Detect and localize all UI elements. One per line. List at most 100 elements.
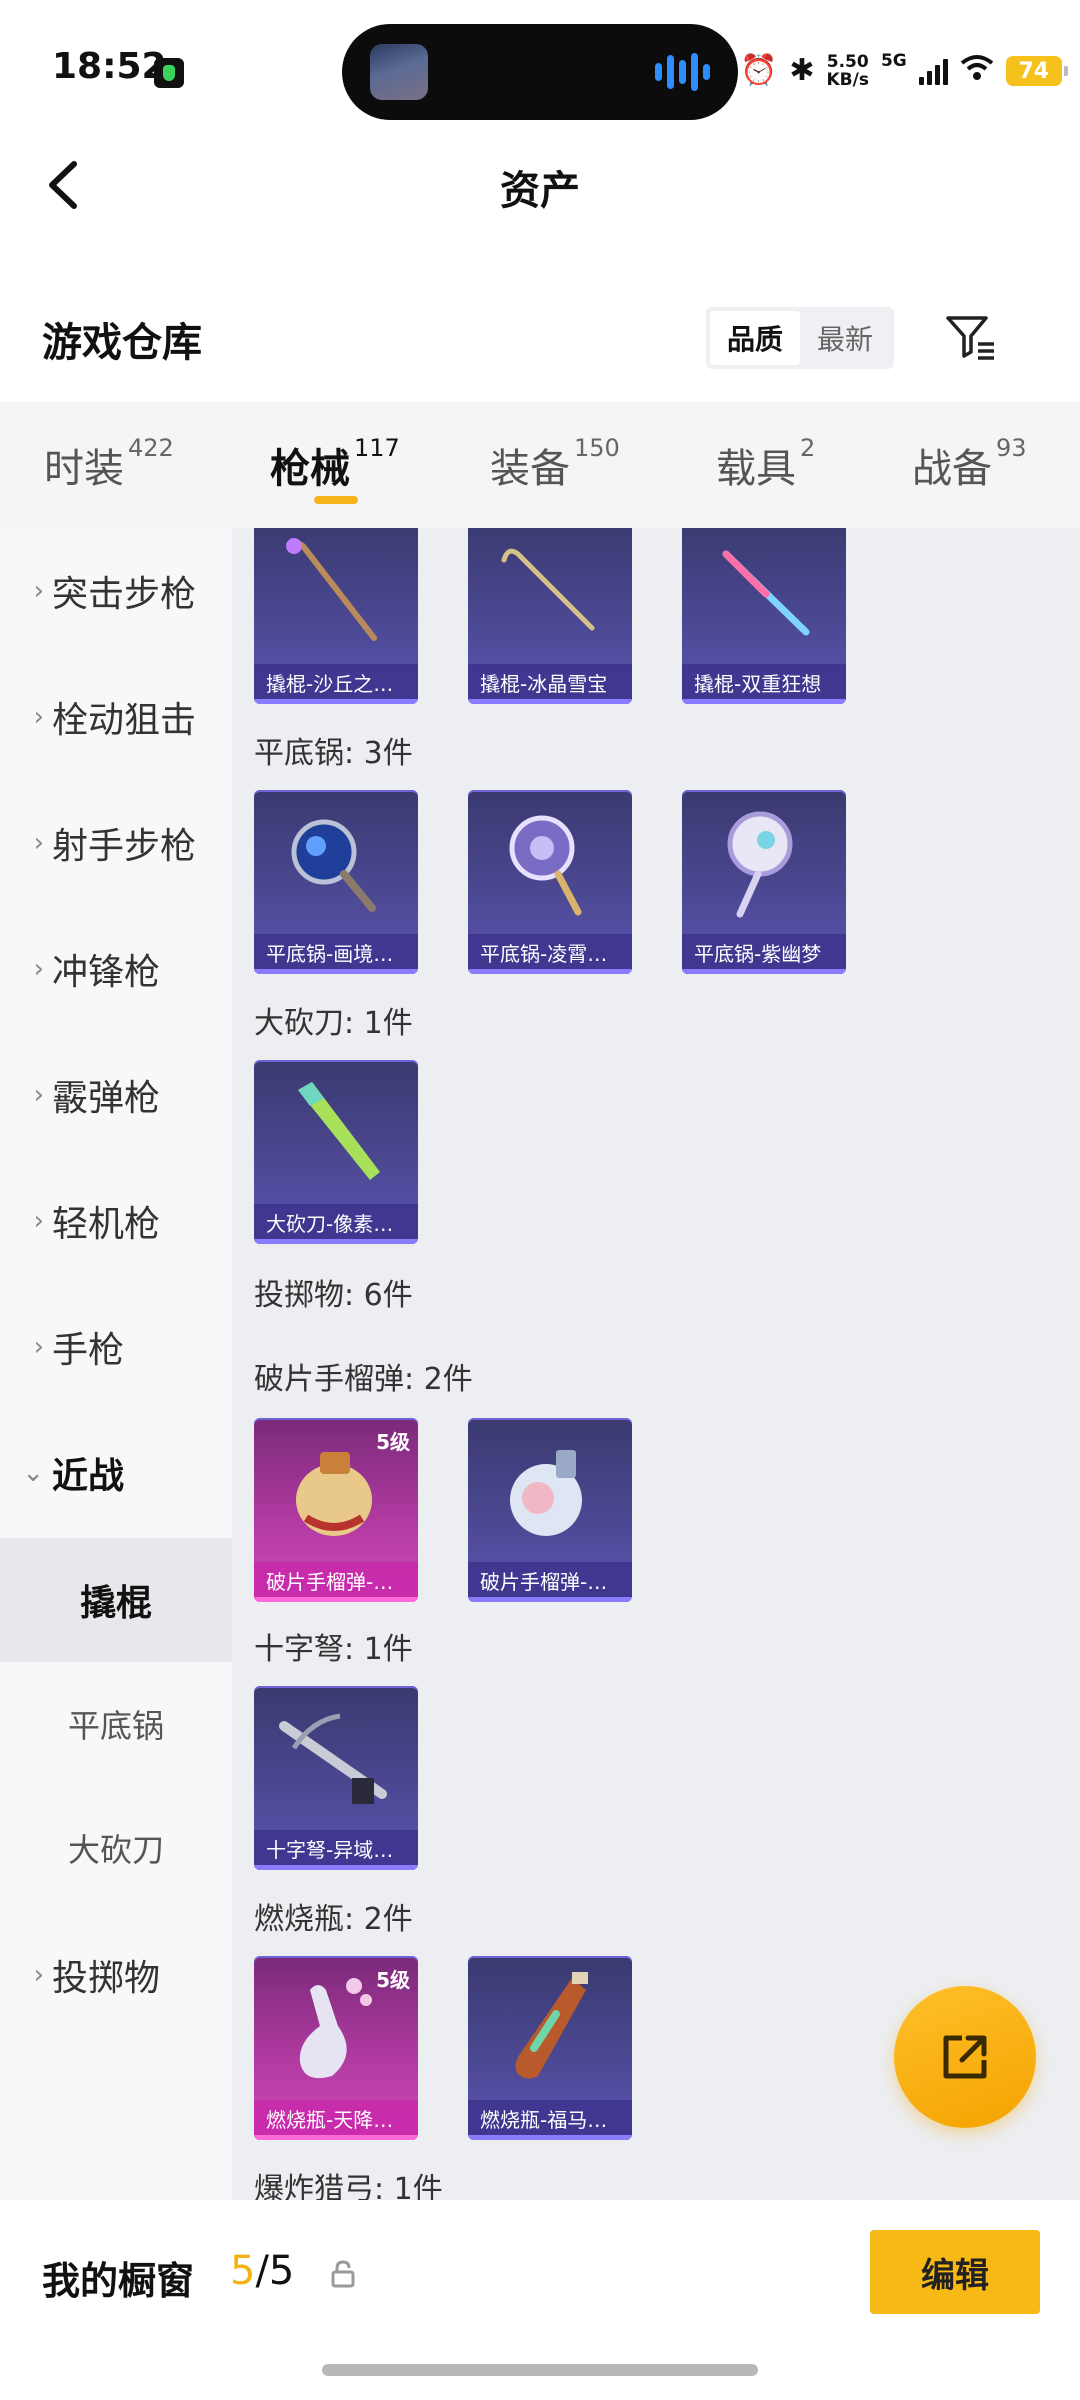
rarity-bar	[254, 1239, 418, 1244]
wifi-icon	[960, 54, 994, 88]
rarity-bar	[254, 699, 418, 704]
sidebar-item-melee[interactable]: ⌄ 近战	[0, 1410, 232, 1536]
notification-app-icon	[154, 58, 184, 88]
pan-art	[727, 811, 793, 918]
alarm-icon: ⏰	[740, 53, 778, 88]
group-label-throwables: 投掷物: 6件	[254, 1278, 413, 1313]
sort-quality-button[interactable]: 品质	[710, 311, 800, 365]
tab-fashion[interactable]: 时装 422	[44, 434, 174, 494]
network-speed: 5.50 KB/s	[826, 52, 869, 90]
grenade-art	[510, 1450, 582, 1536]
rarity-bar	[468, 969, 632, 974]
level-badge: 5级	[376, 1968, 410, 1992]
item-card[interactable]: 平底锅-凌霄…	[468, 790, 632, 974]
sidebar-item-marksman-rifle[interactable]: › 射手步枪	[0, 780, 232, 906]
crowbar-art	[501, 548, 595, 631]
bluetooth-icon: ✱	[789, 53, 815, 88]
group-label-frag-grenade: 破片手榴弹: 2件	[254, 1362, 473, 1397]
item-grid: 撬棍-沙丘之… 撬棍-冰晶雪宝 撬棍-双重狂想 平底锅: 3件 平底锅-画境… …	[232, 528, 1080, 2200]
category-tabs: 时装 422 枪械 117 装备 150 载具 2 战备 93	[0, 402, 1080, 528]
share-button[interactable]	[894, 1986, 1036, 2128]
sort-newest-button[interactable]: 最新	[800, 311, 890, 365]
group-label-machete: 大砍刀: 1件	[254, 1006, 413, 1041]
rarity-bar	[254, 1597, 418, 1602]
filter-icon[interactable]	[944, 312, 998, 366]
tab-firearms[interactable]: 枪械 117	[270, 434, 400, 494]
share-external-icon	[943, 2035, 987, 2079]
crowbar-art	[286, 538, 377, 641]
group-label-crossbow: 十字弩: 1件	[254, 1632, 413, 1667]
item-card[interactable]: 撬棍-冰晶雪宝	[468, 528, 632, 704]
sidebar: › 突击步枪 › 栓动狙击 › 射手步枪 › 冲锋枪 › 霰弹枪 › 轻机枪 ›…	[0, 528, 232, 2200]
chevron-right-icon: ›	[33, 1960, 44, 1990]
item-card[interactable]: 撬棍-沙丘之…	[254, 528, 418, 704]
sidebar-item-throwables[interactable]: › 投掷物	[0, 1912, 232, 2038]
sidebar-sub-machete[interactable]: 大砍刀	[0, 1786, 232, 1910]
media-thumbnail	[370, 44, 428, 100]
sidebar-item-bolt-sniper[interactable]: › 栓动狙击	[0, 654, 232, 780]
status-icons: ⏰ ✱ 5.50 KB/s 5G 74	[740, 46, 1068, 96]
edit-button[interactable]: 编辑	[870, 2230, 1040, 2314]
pan-art	[509, 815, 582, 916]
group-label-molotov: 燃烧瓶: 2件	[254, 1902, 413, 1937]
sidebar-item-assault-rifle[interactable]: › 突击步枪	[0, 528, 232, 654]
app-screen: 18:52 ⏰ ✱ 5.50 KB/s 5G 74 资产 游戏仓库 品质 最新 …	[0, 0, 1080, 2400]
chevron-right-icon: ›	[33, 576, 44, 606]
rarity-bar	[468, 699, 632, 704]
item-card[interactable]: 大砍刀-像素…	[254, 1060, 418, 1244]
status-time: 18:52	[52, 46, 167, 87]
molotov-art	[515, 1972, 588, 2079]
sidebar-sub-crowbar[interactable]: 撬棍	[0, 1538, 232, 1662]
chevron-right-icon: ›	[33, 828, 44, 858]
item-card[interactable]: 十字弩-异域…	[254, 1686, 418, 1870]
group-label-pan: 平底锅: 3件	[254, 736, 413, 771]
item-card[interactable]: 5级 燃烧瓶-天降…	[254, 1956, 418, 2140]
warehouse-title: 游戏仓库	[42, 320, 202, 366]
group-label-exploding-bow: 爆炸猎弓: 1件	[254, 2172, 443, 2200]
showcase-count: 5/5	[230, 2248, 295, 2294]
rarity-bar	[254, 1865, 418, 1870]
audio-wave-icon	[655, 52, 710, 92]
showcase-label: 我的橱窗	[42, 2259, 195, 2303]
battery-icon: 74	[1005, 56, 1068, 86]
item-card[interactable]: 破片手榴弹-…	[468, 1418, 632, 1602]
chevron-right-icon: ›	[33, 702, 44, 732]
rarity-bar	[468, 2135, 632, 2140]
item-card[interactable]: 燃烧瓶-福马…	[468, 1956, 632, 2140]
tab-vehicles[interactable]: 载具 2	[716, 434, 815, 494]
item-card[interactable]: 撬棍-双重狂想	[682, 528, 846, 704]
pan-art	[291, 819, 376, 912]
chevron-right-icon: ›	[33, 954, 44, 984]
tab-equipment[interactable]: 装备 150	[490, 434, 620, 494]
tab-supplies[interactable]: 战备 93	[912, 434, 1027, 494]
level-badge: 5级	[376, 1430, 410, 1454]
rarity-bar	[254, 969, 418, 974]
item-card[interactable]: 平底锅-紫幽梦	[682, 790, 846, 974]
item-card[interactable]: 5级 破片手榴弹-…	[254, 1418, 418, 1602]
status-bar: 18:52 ⏰ ✱ 5.50 KB/s 5G 74	[0, 0, 1080, 140]
sidebar-item-shotgun[interactable]: › 霰弹枪	[0, 1032, 232, 1158]
crossbow-art	[279, 1713, 387, 1804]
chevron-right-icon: ›	[33, 1332, 44, 1362]
sidebar-item-pistol[interactable]: › 手枪	[0, 1284, 232, 1410]
crowbar-art	[722, 550, 810, 636]
item-card[interactable]: 平底锅-画境…	[254, 790, 418, 974]
rarity-bar	[682, 699, 846, 704]
rarity-bar	[468, 1597, 632, 1602]
sidebar-item-lmg[interactable]: › 轻机枪	[0, 1158, 232, 1284]
chevron-down-icon: ⌄	[22, 1458, 44, 1488]
chevron-right-icon: ›	[33, 1080, 44, 1110]
sidebar-sub-pan[interactable]: 平底锅	[0, 1662, 232, 1786]
sidebar-item-smg[interactable]: › 冲锋枪	[0, 906, 232, 1032]
rarity-bar	[254, 2135, 418, 2140]
sort-toggle: 品质 最新	[706, 307, 894, 369]
dynamic-island[interactable]	[342, 24, 738, 120]
network-type: 5G	[880, 51, 907, 71]
machete-art	[298, 1082, 380, 1180]
lock-icon	[330, 2260, 356, 2288]
page-title: 资产	[500, 168, 580, 214]
chevron-right-icon: ›	[33, 1206, 44, 1236]
signal-icon	[918, 57, 948, 85]
home-indicator[interactable]	[322, 2364, 758, 2376]
rarity-bar	[682, 969, 846, 974]
